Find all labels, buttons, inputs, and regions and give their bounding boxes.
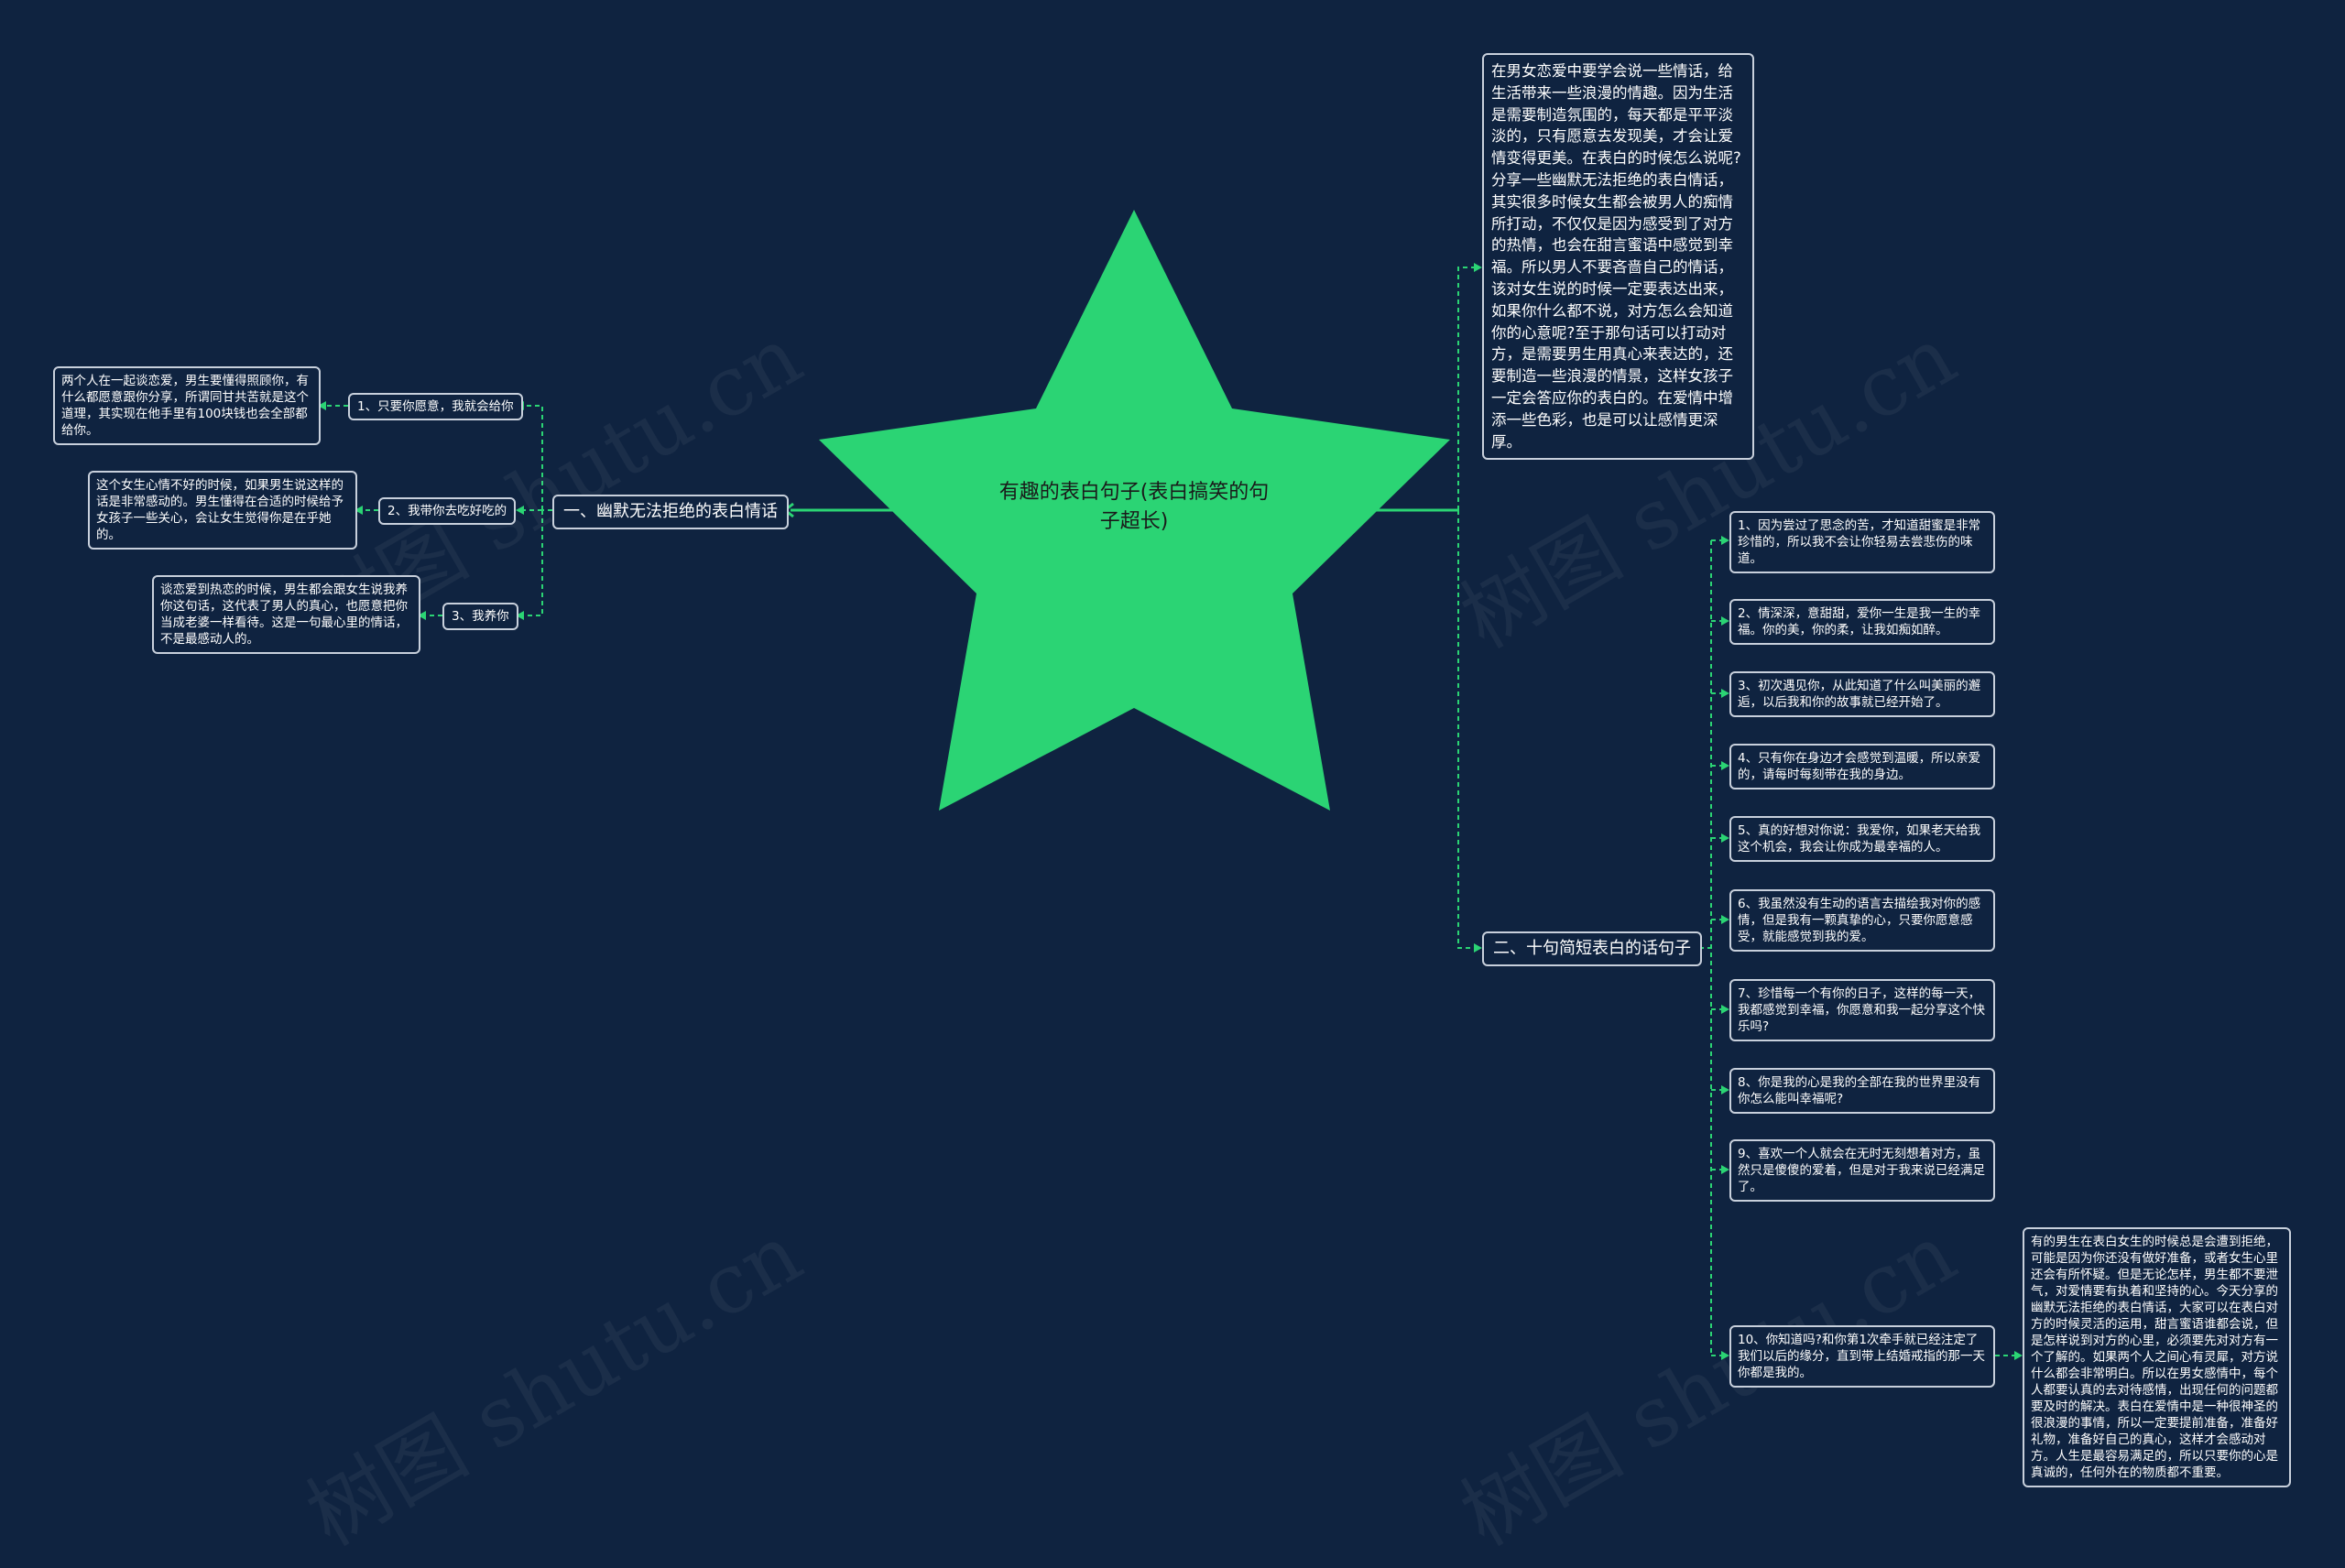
left-branch-node[interactable]: 一、幽默无法拒绝的表白情话	[552, 495, 789, 529]
right-item-8[interactable]: 8、你是我的心是我的全部在我的世界里没有你怎么能叫幸福呢?	[1729, 1068, 1995, 1114]
right-item-5[interactable]: 5、真的好想对你说：我爱你，如果老天给我这个机会，我会让你成为最幸福的人。	[1729, 816, 1995, 862]
right-branch-node[interactable]: 二、十句简短表白的话句子	[1482, 931, 1702, 966]
right-item-2[interactable]: 2、情深深，意甜甜，爱你一生是我一生的幸福。你的美，你的柔，让我如痴如醉。	[1729, 599, 1995, 645]
left-item-2-label[interactable]: 2、我带你去吃好吃的	[378, 497, 517, 525]
left-item-3-detail[interactable]: 谈恋爱到热恋的时候，男生都会跟女生说我养你这句话，这代表了男人的真心，也愿意把你…	[152, 575, 420, 654]
right-item-3[interactable]: 3、初次遇见你，从此知道了什么叫美丽的邂逅，以后我和你的故事就已经开始了。	[1729, 671, 1995, 717]
right-item-10[interactable]: 10、你知道吗?和你第1次牵手就已经注定了我们以后的缘分，直到带上结婚戒指的那一…	[1729, 1325, 1995, 1388]
right-item-4[interactable]: 4、只有你在身边才会感觉到温暖，所以亲爱的，请每时每刻带在我的身边。	[1729, 744, 1995, 789]
right-item-6[interactable]: 6、我虽然没有生动的语言去描绘我对你的感情，但是我有一颗真挚的心，只要你愿意感受…	[1729, 889, 1995, 952]
right-item-9[interactable]: 9、喜欢一个人就会在无时无刻想着对方，虽然只是傻傻的爱着，但是对于我来说已经满足…	[1729, 1139, 1995, 1202]
right-intro-node[interactable]: 在男女恋爱中要学会说一些情话，给生活带来一些浪漫的情趣。因为生活是需要制造氛围的…	[1482, 53, 1754, 461]
root-title[interactable]: 有趣的表白句子(表白搞笑的句子超长)	[995, 478, 1273, 537]
left-item-1-label[interactable]: 1、只要你愿意，我就会给你	[348, 393, 523, 420]
right-item-10-detail[interactable]: 有的男生在表白女生的时候总是会遭到拒绝，可能是因为你还没有做好准备，或者女生心里…	[2023, 1227, 2291, 1487]
left-item-2-detail[interactable]: 这个女生心情不好的时候，如果男生说这样的话是非常感动的。男生懂得在合适的时候给予…	[88, 471, 357, 550]
left-item-1-detail[interactable]: 两个人在一起谈恋爱，男生要懂得照顾你，有什么都愿意跟你分享，所谓同甘共苦就是这个…	[53, 366, 321, 445]
right-item-1[interactable]: 1、因为尝过了思念的苦，才知道甜蜜是非常珍惜的，所以我不会让你轻易去尝悲伤的味道…	[1729, 511, 1995, 573]
left-item-3-label[interactable]: 3、我养你	[442, 603, 518, 630]
right-item-7[interactable]: 7、珍惜每一个有你的日子，这样的每一天，我都感觉到幸福，你愿意和我一起分享这个快…	[1729, 979, 1995, 1041]
